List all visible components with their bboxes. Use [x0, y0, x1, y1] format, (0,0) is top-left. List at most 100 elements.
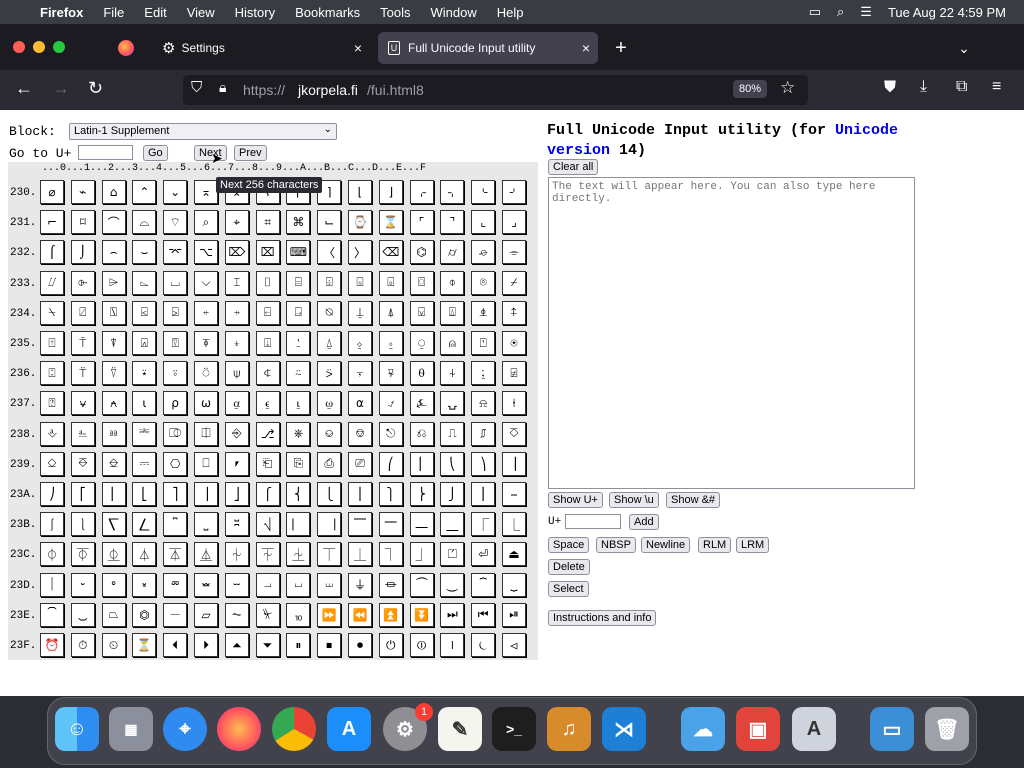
character-button[interactable]: ⏴ — [163, 633, 188, 657]
character-button[interactable]: ⏫ — [378, 602, 403, 627]
character-button[interactable]: ⏟ — [502, 572, 526, 597]
character-button[interactable]: ⌸ — [286, 270, 311, 295]
extensions-icon[interactable]: ⧉ — [956, 78, 967, 96]
character-button[interactable]: ⏄ — [163, 542, 188, 567]
character-button[interactable]: ⎕ — [194, 451, 218, 476]
tracking-protection-shield-icon[interactable]: ⛉ — [191, 79, 202, 96]
character-button[interactable]: ⎲ — [101, 512, 126, 537]
menu-bookmarks[interactable]: Bookmarks — [295, 5, 360, 20]
character-button[interactable]: ⎞ — [471, 451, 496, 476]
character-button[interactable]: ⌊ — [348, 180, 372, 204]
character-button[interactable]: ⎼ — [409, 512, 434, 537]
character-button[interactable]: ⎌ — [409, 421, 434, 446]
character-button[interactable]: ⏕ — [194, 572, 218, 597]
screen-mirroring-icon[interactable]: ▭ — [809, 4, 821, 20]
new-tab-button[interactable]: + — [610, 32, 632, 64]
character-button[interactable]: ⎶ — [224, 512, 249, 537]
firefox-icon[interactable] — [217, 707, 261, 751]
character-button[interactable]: ⏷ — [255, 633, 280, 657]
show-u-plus-button[interactable]: Show U+ — [548, 492, 603, 508]
downloads-icon[interactable]: ⤓ — [920, 78, 927, 96]
character-button[interactable]: ⏧ — [255, 602, 280, 627]
character-button[interactable]: ⎏ — [502, 421, 526, 446]
hamburger-menu-icon[interactable]: ≡ — [992, 78, 1001, 96]
finder-icon[interactable]: ☺ — [55, 707, 99, 751]
character-button[interactable]: ⎙ — [317, 451, 342, 476]
character-button[interactable]: ⌌ — [409, 180, 434, 204]
character-button[interactable]: ⏼ — [409, 633, 434, 657]
rlm-button[interactable]: RLM — [698, 537, 732, 553]
character-button[interactable]: ⌔ — [163, 210, 188, 235]
character-button[interactable]: ⎖ — [224, 451, 249, 476]
character-button[interactable]: ⌋ — [378, 180, 403, 204]
character-button[interactable]: ⎤ — [163, 482, 188, 506]
character-button[interactable]: ⎱ — [70, 512, 95, 537]
character-button[interactable]: ⍆ — [224, 300, 249, 325]
character-button[interactable]: ⏜ — [409, 572, 434, 597]
character-button[interactable]: ⎛ — [378, 451, 403, 476]
character-button[interactable]: ⍖ — [224, 331, 249, 355]
character-button[interactable]: ⎺ — [348, 512, 372, 537]
character-button[interactable]: ⌨ — [286, 240, 311, 265]
character-button[interactable]: ⌣ — [132, 240, 157, 265]
character-button[interactable]: ⍊ — [348, 300, 372, 325]
character-button[interactable]: ⍘ — [286, 331, 311, 355]
character-button[interactable]: ⍺ — [348, 391, 372, 416]
character-button[interactable]: ⏲ — [101, 633, 126, 657]
character-button[interactable]: ⏬ — [409, 602, 434, 627]
character-button[interactable]: ⌁ — [70, 180, 95, 204]
character-button[interactable]: ⌛ — [378, 210, 403, 235]
unicode-link[interactable]: Unicode — [835, 122, 898, 139]
character-button[interactable]: ⌖ — [224, 210, 249, 235]
character-button[interactable]: ⎉ — [317, 421, 342, 446]
character-button[interactable]: ⌭ — [440, 240, 465, 265]
character-button[interactable]: ⌧ — [255, 240, 280, 265]
character-button[interactable]: ⏻ — [378, 633, 403, 657]
character-button[interactable]: ⏋ — [378, 542, 403, 567]
select-button[interactable]: Select — [548, 581, 589, 597]
goto-codepoint-input[interactable] — [78, 145, 133, 160]
character-button[interactable]: ⏝ — [440, 572, 465, 597]
character-button[interactable]: ⍤ — [163, 361, 188, 386]
character-button[interactable]: ⏯ — [502, 602, 526, 627]
character-button[interactable]: ⏅ — [194, 542, 218, 567]
character-button[interactable]: ⏳ — [132, 633, 157, 657]
instructions-button[interactable]: Instructions and info — [548, 610, 657, 626]
character-button[interactable]: ⎳ — [132, 512, 157, 537]
character-button[interactable]: ⌗ — [255, 210, 280, 235]
menu-view[interactable]: View — [187, 5, 215, 20]
character-button[interactable]: ⏗ — [255, 572, 280, 597]
character-button[interactable]: ⏾ — [471, 633, 496, 657]
character-button[interactable]: ⍟ — [502, 331, 526, 355]
character-button[interactable]: ⏂ — [101, 542, 126, 567]
character-button[interactable]: 〉 — [348, 240, 372, 265]
firefox-view-button[interactable] — [110, 32, 142, 64]
character-button[interactable]: ⍃ — [132, 300, 157, 325]
photo-booth-icon[interactable]: ▣ — [736, 707, 780, 751]
character-button[interactable]: ⏔ — [163, 572, 188, 597]
character-button[interactable]: ⎣ — [132, 482, 157, 506]
chrome-icon[interactable] — [272, 707, 316, 751]
character-button[interactable]: ⎟ — [502, 451, 526, 476]
output-textarea[interactable] — [548, 177, 915, 489]
character-button[interactable]: ⍰ — [40, 391, 64, 416]
safari-icon[interactable]: ⌖ — [163, 707, 207, 751]
character-button[interactable]: ⌻ — [378, 270, 403, 295]
character-button[interactable]: ⌞ — [471, 210, 496, 235]
app-store-icon[interactable]: A — [327, 707, 371, 751]
character-button[interactable]: ⌵ — [194, 270, 218, 295]
character-button[interactable]: ⎗ — [255, 451, 280, 476]
character-button[interactable]: ⍒ — [101, 331, 126, 355]
character-button[interactable]: ⎎ — [471, 421, 496, 446]
character-button[interactable]: ⎄ — [163, 421, 188, 446]
character-button[interactable]: ⎨ — [286, 482, 311, 506]
character-button[interactable]: ⏛ — [378, 572, 403, 597]
character-button[interactable]: ⎜ — [409, 451, 434, 476]
character-button[interactable]: ⌮ — [471, 240, 496, 265]
character-button[interactable]: ⌐ — [40, 210, 64, 235]
close-tab-icon[interactable]: × — [582, 40, 590, 56]
character-button[interactable]: ⎘ — [286, 451, 311, 476]
launchpad-icon[interactable]: ▦ — [109, 707, 153, 751]
character-button[interactable]: ⌕ — [194, 210, 218, 235]
character-button[interactable]: ⍻ — [378, 391, 403, 416]
